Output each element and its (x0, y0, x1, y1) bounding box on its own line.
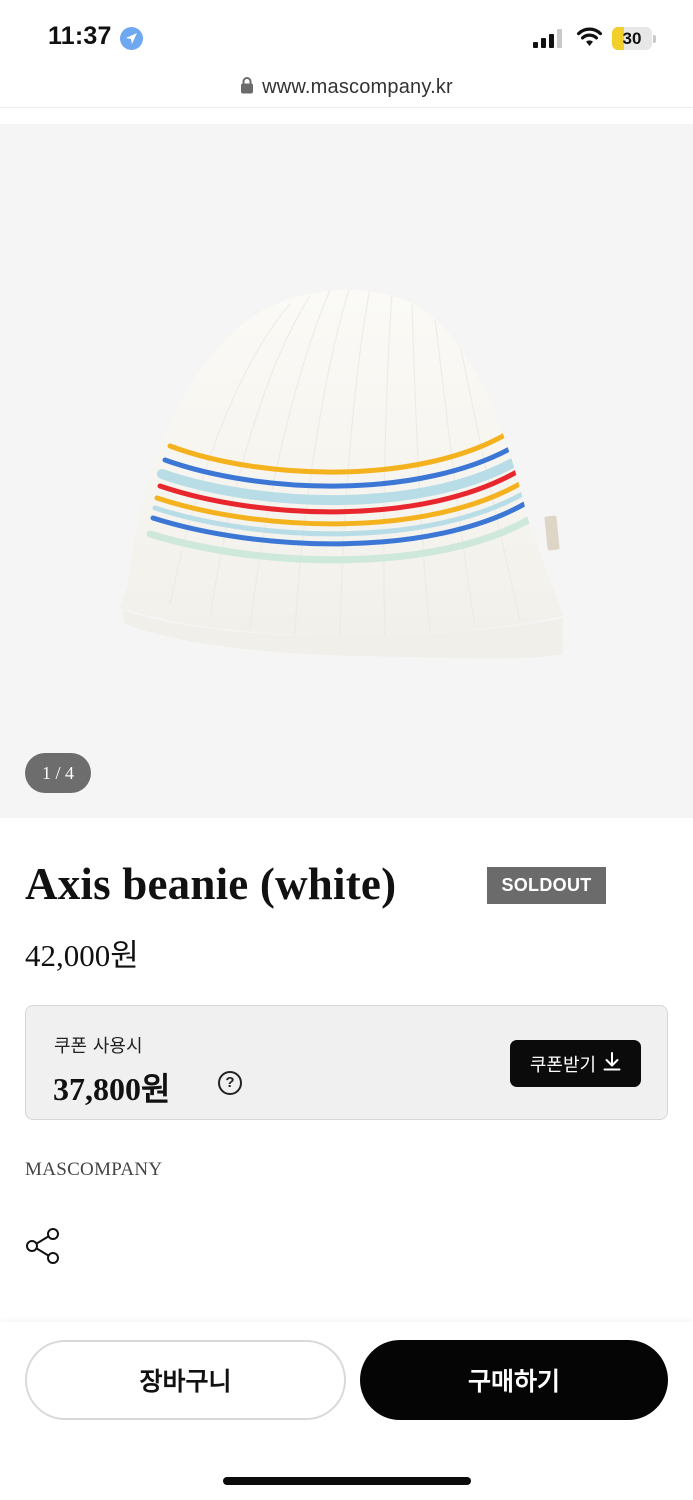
wifi-icon (576, 26, 603, 52)
download-coupon-label: 쿠폰받기 (529, 1054, 597, 1076)
product-title: Axis beanie (white) (25, 859, 397, 909)
url-text: www.mascompany.kr (262, 76, 453, 98)
product-price: 42,000원 (25, 938, 139, 973)
coupon-price: 37,800원 (53, 1071, 171, 1107)
lock-icon (240, 76, 254, 99)
address-bar[interactable]: www.mascompany.kr (0, 72, 693, 108)
product-image (120, 289, 564, 659)
battery-level: 30 (622, 29, 642, 48)
soldout-badge: SOLDOUT (487, 867, 606, 904)
status-time: 11:37 (48, 22, 112, 50)
home-indicator[interactable] (223, 1477, 471, 1485)
download-icon (603, 1051, 621, 1076)
product-gallery[interactable]: 1 / 4 (0, 124, 693, 818)
add-to-cart-button[interactable]: 장바구니 (25, 1340, 346, 1420)
brand-name[interactable]: MASCOMPANY (25, 1159, 162, 1181)
location-arrow-icon (120, 27, 143, 50)
bottom-action-bar: 장바구니 구매하기 (0, 1322, 693, 1500)
coupon-box: 쿠폰 사용시 37,800원 ? 쿠폰받기 (25, 1005, 668, 1120)
coupon-label: 쿠폰 사용시 (54, 1036, 143, 1057)
gallery-page-indicator: 1 / 4 (25, 753, 91, 793)
signal-icon (533, 29, 565, 48)
battery-icon: 30 (612, 27, 656, 50)
download-coupon-button[interactable]: 쿠폰받기 (510, 1040, 641, 1087)
share-icon[interactable] (25, 1228, 61, 1269)
help-icon[interactable]: ? (218, 1071, 242, 1095)
status-bar: 11:37 30 (0, 0, 693, 72)
buy-now-button[interactable]: 구매하기 (360, 1340, 668, 1420)
